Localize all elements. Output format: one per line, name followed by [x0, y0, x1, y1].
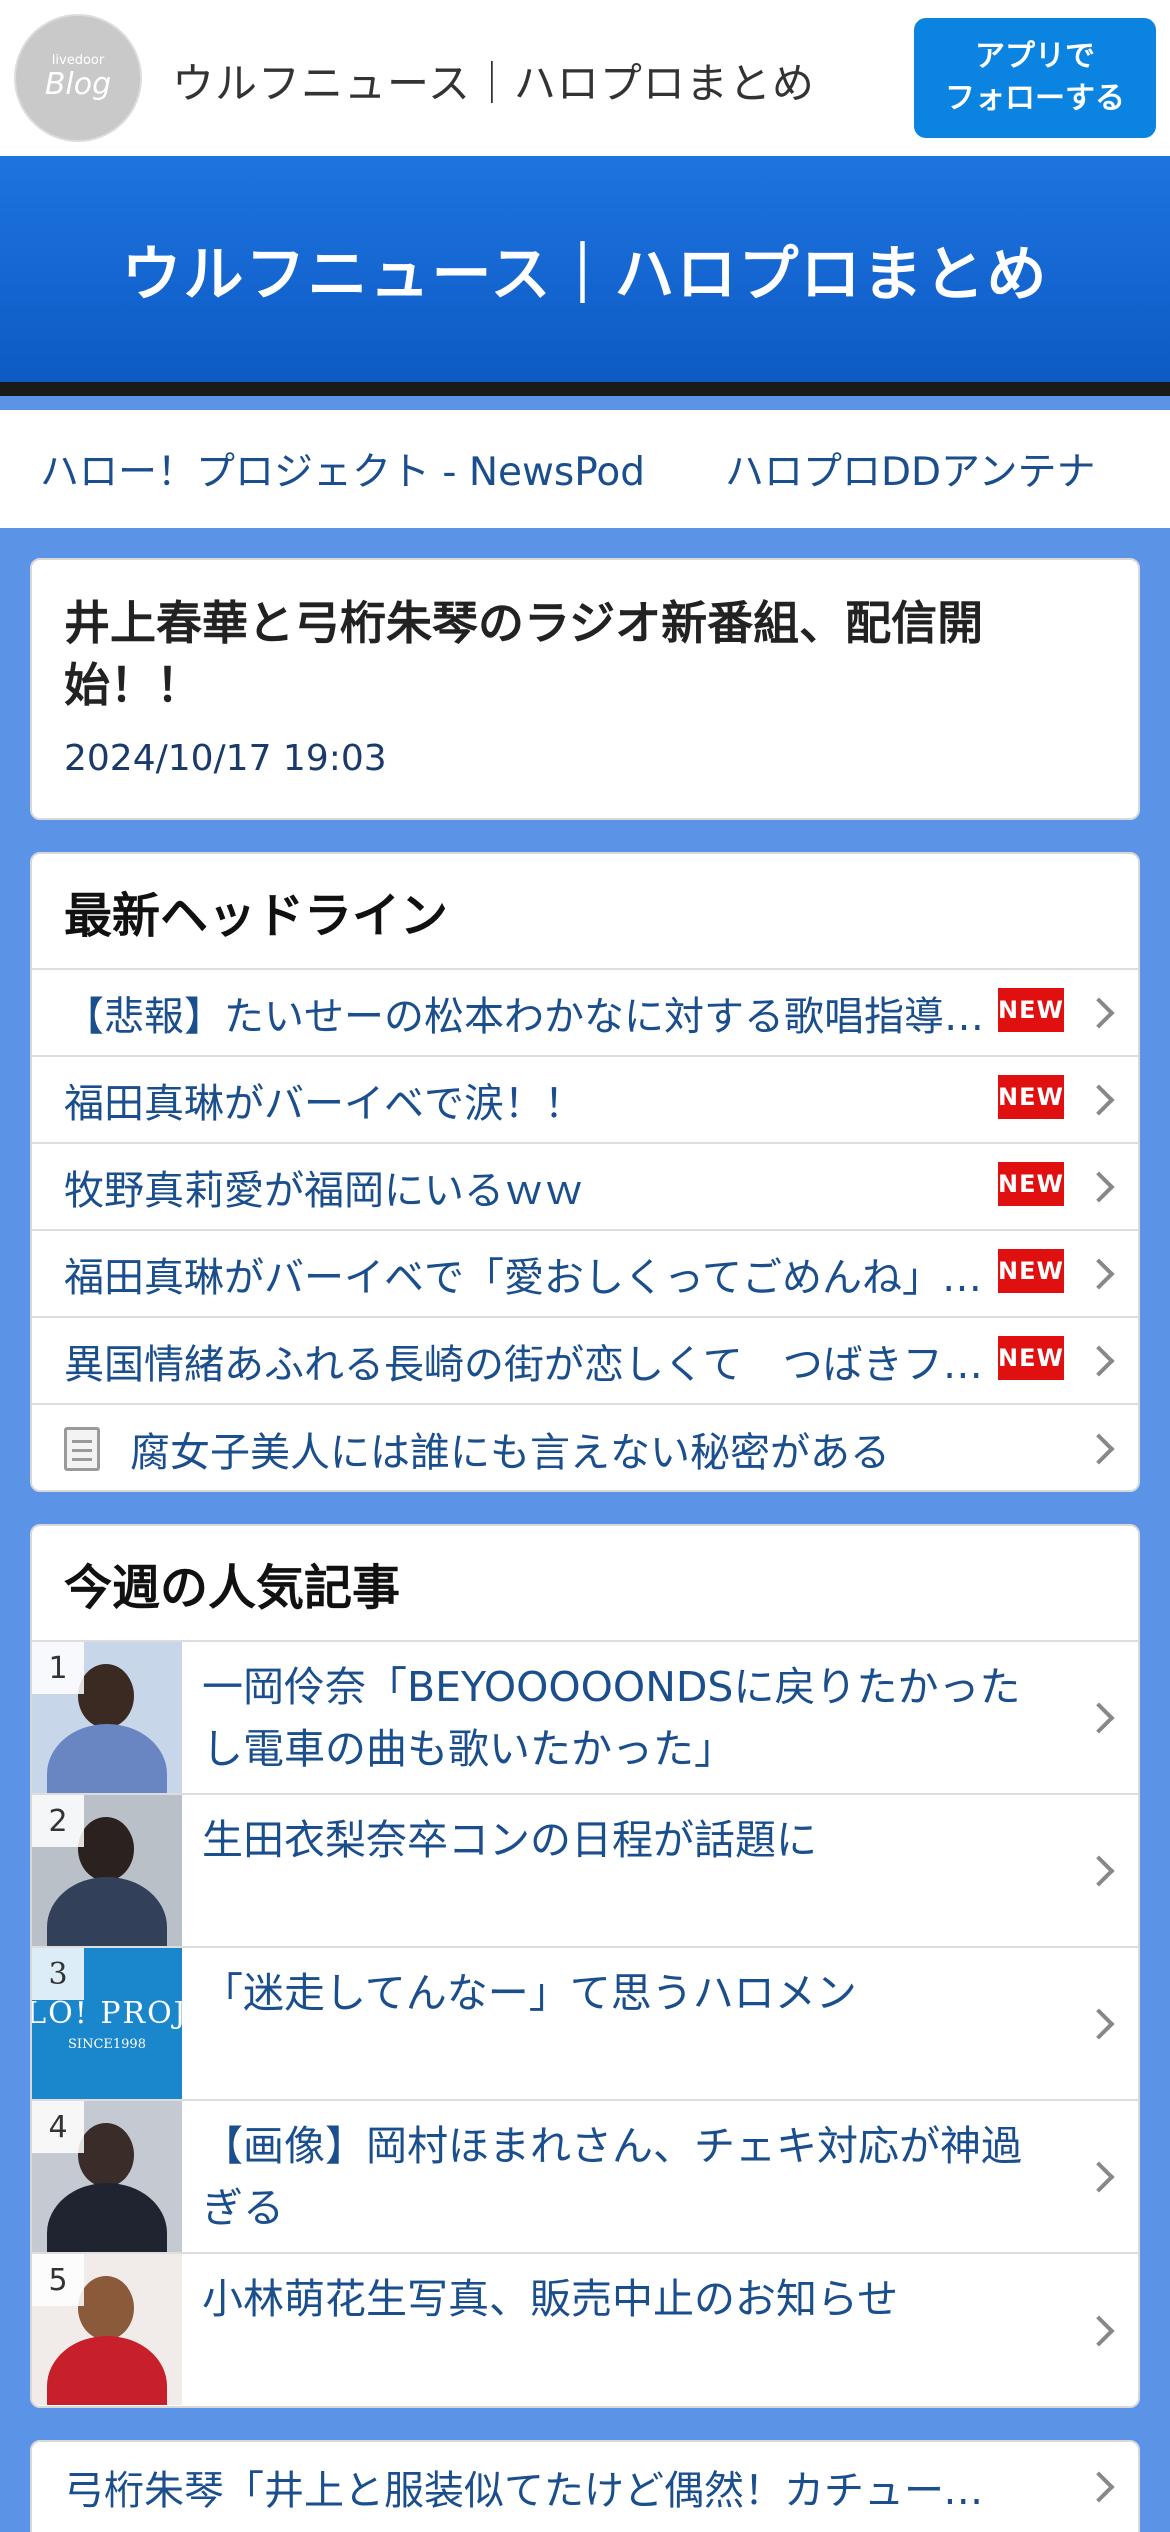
- rank-number: 1: [32, 1642, 84, 1694]
- blog-title[interactable]: ウルフニュース｜ハロプロまとめ: [122, 226, 1049, 313]
- person-figure: [78, 1817, 134, 1881]
- logo-big-text: Blog: [44, 67, 112, 102]
- site-name[interactable]: ウルフニュース｜ハロプロまとめ: [172, 50, 815, 111]
- follow-in-app-button[interactable]: アプリで フォローする: [914, 18, 1156, 138]
- popular-articles-card: 今週の人気記事 1 一岡伶奈「BEYOOOOONDSに戻りたかったし電車の曲も歌…: [30, 1524, 1140, 2408]
- document-icon: [64, 1426, 100, 1471]
- rank-number: 5: [32, 2254, 84, 2306]
- chevron-right-icon: [1083, 1083, 1115, 1116]
- follow-button-line2: フォローする: [945, 81, 1125, 116]
- person-figure: [78, 2123, 134, 2187]
- rank-number: 4: [32, 2101, 84, 2153]
- article-thumbnail: 4: [32, 2101, 182, 2252]
- person-figure: [78, 1664, 134, 1728]
- popular-item-text: 小林萌花生写真、販売中止のお知らせ: [202, 2275, 899, 2323]
- new-badge: NEW: [998, 1075, 1064, 1119]
- article-list-text: 弓桁朱琴「井上と服装似てたけど偶然！カチューシャも」: [64, 2468, 984, 2514]
- popular-item-text: 一岡伶奈「BEYOOOOONDSに戻りたかったし電車の曲も歌いたかった」: [202, 1663, 1021, 1773]
- chevron-right-icon: [1083, 1170, 1115, 1203]
- article-list-item[interactable]: 弓桁朱琴「井上と服装似てたけど偶然！カチューシャも」: [32, 2442, 1138, 2532]
- headline-text: 牧野真莉愛が福岡にいるｗｗ: [64, 1167, 584, 1214]
- person-figure: [47, 2336, 167, 2405]
- headline-item[interactable]: 異国情緒あふれる長崎の街が恋しくて つばきファクトリー NEW: [32, 1318, 1138, 1405]
- new-badge: NEW: [998, 988, 1064, 1032]
- link-newspod[interactable]: ハロー！プロジェクト - NewsPod: [40, 441, 645, 497]
- app-top-bar: livedoor Blog ウルフニュース｜ハロプロまとめ アプリで フォローす…: [0, 0, 1170, 156]
- headline-item[interactable]: 腐女子美人には誰にも言えない秘密がある: [32, 1405, 1138, 1490]
- popular-item[interactable]: 1 一岡伶奈「BEYOOOOONDSに戻りたかったし電車の曲も歌いたかった」: [32, 1642, 1138, 1795]
- new-badge: NEW: [998, 1249, 1064, 1293]
- chevron-right-icon: [1083, 2007, 1115, 2040]
- headline-text: 腐女子美人には誰にも言えない秘密がある: [130, 1429, 890, 1476]
- popular-item-text: 【画像】岡村ほまれさん、チェキ対応が神過ぎる: [202, 2122, 1022, 2232]
- follow-button-line1: アプリで: [975, 39, 1095, 74]
- chevron-right-icon: [1083, 996, 1115, 1029]
- popular-item-text: 「迷走してんなー」て思うハロメン: [202, 1969, 857, 2017]
- livedoor-blog-logo[interactable]: livedoor Blog: [14, 14, 142, 142]
- antenna-links: ハロー！プロジェクト - NewsPod ハロプロDDアンテナ: [0, 410, 1170, 528]
- person-figure: [78, 2276, 134, 2340]
- logo-small-text: livedoor: [51, 53, 105, 68]
- article-title[interactable]: 井上春華と弓桁朱琴のラジオ新番組、配信開始！！: [64, 592, 1106, 716]
- link-dd-antenna[interactable]: ハロプロDDアンテナ: [725, 441, 1096, 497]
- headline-text: 【悲報】たいせーの松本わかなに対する歌唱指導がひどすぎる…: [64, 993, 984, 1040]
- chevron-right-icon: [1083, 1854, 1115, 1887]
- popular-item[interactable]: 4 【画像】岡村ほまれさん、チェキ対応が神過ぎる: [32, 2101, 1138, 2254]
- headline-item[interactable]: 【悲報】たいせーの松本わかなに対する歌唱指導がひどすぎる… NEW: [32, 970, 1138, 1057]
- headline-item[interactable]: 福田真琳がバーイベで「愛おしくってごめんね」を歌唱 NEW: [32, 1231, 1138, 1318]
- popular-item[interactable]: 5 小林萌花生写真、販売中止のお知らせ: [32, 2254, 1138, 2406]
- headline-text: 福田真琳がバーイベで「愛おしくってごめんね」を歌唱: [64, 1254, 984, 1301]
- rank-number: 3: [32, 1948, 84, 2000]
- popular-title: 今週の人気記事: [32, 1526, 1138, 1642]
- chevron-right-icon: [1083, 2314, 1115, 2347]
- article-card[interactable]: 井上春華と弓桁朱琴のラジオ新番組、配信開始！！ 2024/10/17 19:03: [30, 558, 1140, 820]
- new-badge: NEW: [998, 1162, 1064, 1206]
- latest-headlines-card: 最新ヘッドライン 【悲報】たいせーの松本わかなに対する歌唱指導がひどすぎる… N…: [30, 852, 1140, 1492]
- more-articles-card: 弓桁朱琴「井上と服装似てたけど偶然！カチューシャも」: [30, 2440, 1140, 2532]
- chevron-right-icon: [1083, 1257, 1115, 1290]
- headline-text: 異国情緒あふれる長崎の街が恋しくて つばきファクトリー: [64, 1341, 984, 1388]
- person-figure: [47, 2183, 167, 2252]
- blog-header: ウルフニュース｜ハロプロまとめ: [0, 156, 1170, 396]
- person-figure: [47, 1724, 167, 1793]
- headline-item[interactable]: 福田真琳がバーイベで涙！！ NEW: [32, 1057, 1138, 1144]
- headline-text: 福田真琳がバーイベで涙！！: [64, 1080, 584, 1127]
- hello-project-logo-thumbnail: 3 LO! PROJ SINCE1998: [32, 1948, 182, 2099]
- article-thumbnail: 5: [32, 2254, 182, 2405]
- popular-item[interactable]: 2 生田衣梨奈卒コンの日程が話題に: [32, 1795, 1138, 1948]
- chevron-right-icon: [1083, 1344, 1115, 1377]
- chevron-right-icon: [1083, 2471, 1115, 2503]
- article-date: 2024/10/17 19:03: [64, 738, 387, 779]
- rank-number: 2: [32, 1795, 84, 1847]
- thumbnail-logo-subtext: SINCE1998: [68, 2036, 146, 2052]
- thumbnail-logo-text: LO! PROJ: [32, 1995, 182, 2031]
- article-thumbnail: 1: [32, 1642, 182, 1793]
- person-figure: [47, 1877, 167, 1946]
- headline-item[interactable]: 牧野真莉愛が福岡にいるｗｗ NEW: [32, 1144, 1138, 1231]
- popular-item-text: 生田衣梨奈卒コンの日程が話題に: [202, 1816, 817, 1864]
- new-badge: NEW: [998, 1336, 1064, 1380]
- headlines-title: 最新ヘッドライン: [32, 854, 1138, 970]
- popular-item[interactable]: 3 LO! PROJ SINCE1998 「迷走してんなー」て思うハロメン: [32, 1948, 1138, 2101]
- article-thumbnail: 2: [32, 1795, 182, 1946]
- chevron-right-icon: [1083, 1432, 1115, 1465]
